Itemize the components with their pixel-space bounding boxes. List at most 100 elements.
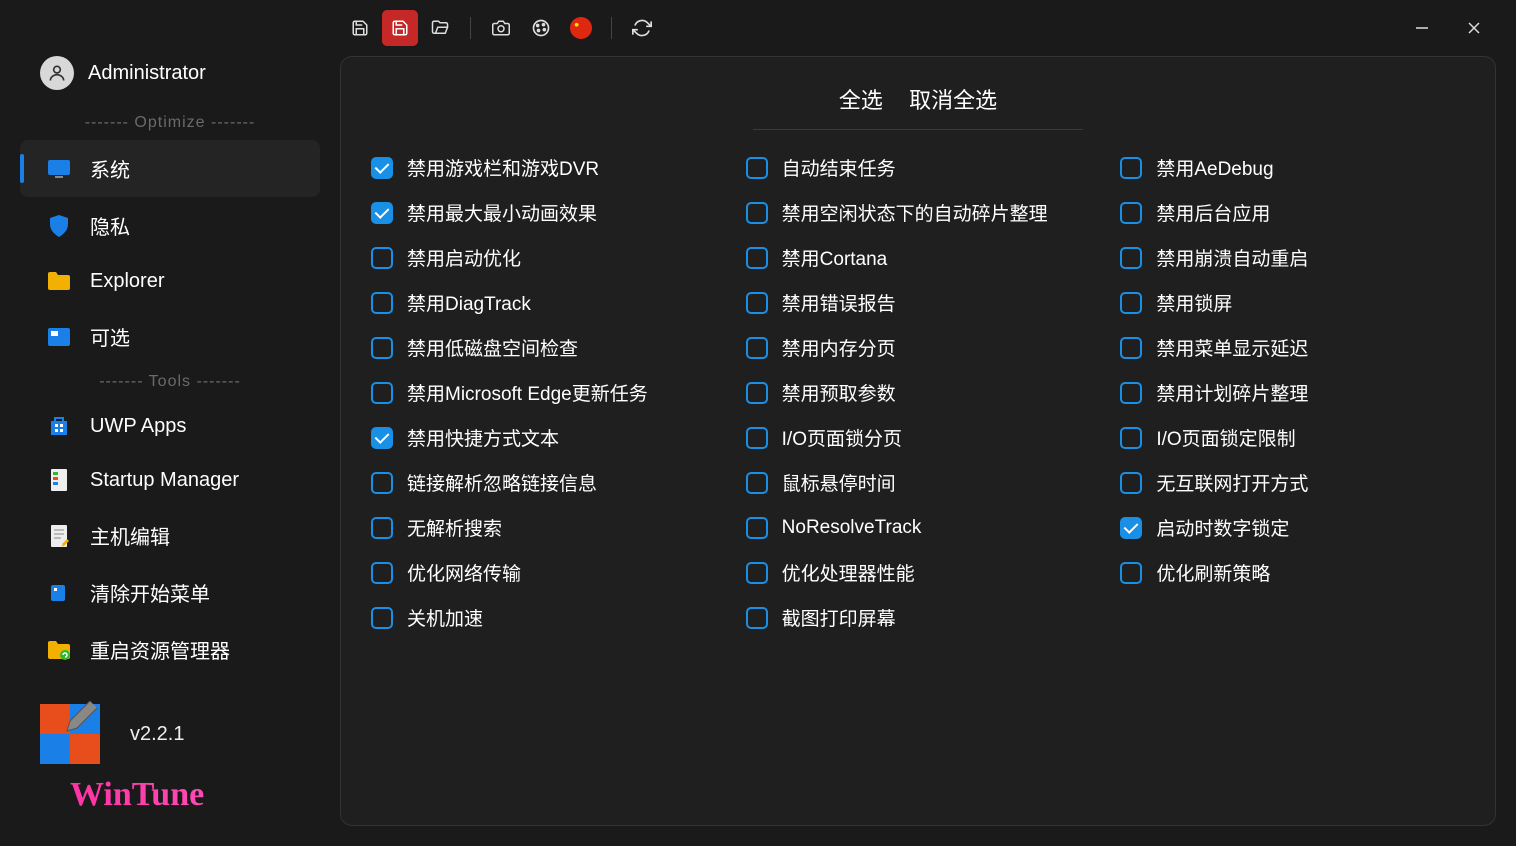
check-option[interactable]: 鼠标悬停时间 — [746, 469, 1091, 496]
check-option[interactable]: 禁用DiagTrack — [371, 289, 716, 316]
check-option[interactable]: I/O页面锁定限制 — [1120, 424, 1465, 451]
check-option[interactable]: 禁用计划碎片整理 — [1120, 379, 1465, 406]
startup-icon — [46, 467, 72, 493]
check-option[interactable]: 禁用锁屏 — [1120, 289, 1465, 316]
check-option[interactable]: 优化网络传输 — [371, 559, 716, 586]
check-option[interactable]: 禁用低磁盘空间检查 — [371, 334, 716, 361]
save-all-button[interactable] — [382, 10, 418, 46]
check-label: 禁用快捷方式文本 — [407, 424, 559, 451]
checkbox-icon — [371, 382, 393, 404]
check-label: 禁用错误报告 — [782, 289, 896, 316]
check-option[interactable]: 禁用Cortana — [746, 244, 1091, 271]
check-option[interactable]: 链接解析忽略链接信息 — [371, 469, 716, 496]
sidebar-item-explorer[interactable]: Explorer — [20, 254, 320, 308]
check-option[interactable]: 自动结束任务 — [746, 154, 1091, 181]
sidebar-item-startup-manager[interactable]: Startup Manager — [20, 453, 320, 507]
checkbox-icon — [1120, 517, 1142, 539]
checkbox-icon — [746, 562, 768, 584]
checkbox-icon — [371, 427, 393, 449]
main-panel: 全选 取消全选 禁用游戏栏和游戏DVR 自动结束任务 禁用AeDebug 禁用最大最小… — [340, 56, 1496, 826]
checkbox-icon — [746, 247, 768, 269]
check-option[interactable]: 禁用游戏栏和游戏DVR — [371, 154, 716, 181]
minimize-button[interactable] — [1404, 10, 1440, 46]
folder-refresh-icon — [46, 637, 72, 663]
check-option[interactable]: 禁用菜单显示延迟 — [1120, 334, 1465, 361]
group-optimize-label: ------- Optimize ------- — [20, 106, 320, 140]
check-option[interactable]: 禁用预取参数 — [746, 379, 1091, 406]
check-label: 禁用游戏栏和游戏DVR — [407, 154, 599, 181]
checkbox-icon — [746, 202, 768, 224]
theme-button[interactable] — [523, 10, 559, 46]
sidebar-item-privacy[interactable]: 隐私 — [20, 197, 320, 254]
language-button[interactable] — [563, 10, 599, 46]
check-option[interactable]: NoResolveTrack — [746, 514, 1091, 541]
check-option[interactable]: 截图打印屏幕 — [746, 604, 1091, 631]
check-option[interactable]: 禁用内存分页 — [746, 334, 1091, 361]
sidebar-item-host-edit[interactable]: 主机编辑 — [20, 507, 320, 564]
select-row: 全选 取消全选 — [753, 77, 1083, 130]
sidebar-item-label: Explorer — [90, 270, 164, 293]
checkbox-icon — [1120, 247, 1142, 269]
check-option[interactable]: 无互联网打开方式 — [1120, 469, 1465, 496]
sidebar-item-clear-start[interactable]: 清除开始菜单 — [20, 564, 320, 621]
window-controls — [1404, 10, 1492, 46]
separator — [470, 17, 471, 39]
sidebar-item-label: 主机编辑 — [90, 521, 170, 550]
version-row: v2.2.1 — [20, 696, 320, 772]
check-label: 鼠标悬停时间 — [782, 469, 896, 496]
user-name: Administrator — [88, 62, 206, 85]
check-option[interactable]: 禁用错误报告 — [746, 289, 1091, 316]
sidebar-item-label: 隐私 — [90, 211, 130, 240]
check-option[interactable]: 禁用Microsoft Edge更新任务 — [371, 379, 716, 406]
select-all-button[interactable]: 全选 — [839, 88, 883, 113]
sidebar-item-label: 系统 — [90, 154, 130, 183]
check-option[interactable]: 关机加速 — [371, 604, 716, 631]
check-label: 禁用Cortana — [782, 244, 888, 271]
check-option[interactable]: 禁用空闲状态下的自动碎片整理 — [746, 199, 1091, 226]
check-label: 关机加速 — [407, 604, 483, 631]
checkbox-icon — [1120, 292, 1142, 314]
checkbox-icon — [371, 607, 393, 629]
check-label: 无互联网打开方式 — [1156, 469, 1308, 496]
check-option[interactable]: 优化处理器性能 — [746, 559, 1091, 586]
sidebar-item-optional[interactable]: 可选 — [20, 308, 320, 365]
sidebar-item-uwp-apps[interactable]: UWP Apps — [20, 399, 320, 453]
deselect-all-button[interactable]: 取消全选 — [909, 88, 997, 113]
broom-icon — [46, 580, 72, 606]
check-label: 禁用计划碎片整理 — [1156, 379, 1308, 406]
check-option[interactable]: 优化刷新策略 — [1120, 559, 1465, 586]
checkbox-icon — [1120, 337, 1142, 359]
checkbox-icon — [371, 292, 393, 314]
save-button[interactable] — [342, 10, 378, 46]
open-folder-button[interactable] — [422, 10, 458, 46]
check-option[interactable]: 禁用最大最小动画效果 — [371, 199, 716, 226]
check-option[interactable]: I/O页面锁分页 — [746, 424, 1091, 451]
close-button[interactable] — [1456, 10, 1492, 46]
check-option[interactable]: 禁用快捷方式文本 — [371, 424, 716, 451]
check-option[interactable]: 禁用崩溃自动重启 — [1120, 244, 1465, 271]
refresh-button[interactable] — [624, 10, 660, 46]
checkbox-icon — [746, 517, 768, 539]
group-tools-label: ------- Tools ------- — [20, 365, 320, 399]
options-icon — [46, 324, 72, 350]
check-option[interactable]: 启动时数字锁定 — [1120, 514, 1465, 541]
check-option[interactable]: 无解析搜索 — [371, 514, 716, 541]
check-option[interactable]: 禁用启动优化 — [371, 244, 716, 271]
avatar — [40, 56, 74, 90]
sidebar-item-label: 重启资源管理器 — [90, 635, 230, 664]
checkbox-icon — [371, 517, 393, 539]
sidebar-item-restart-explorer[interactable]: 重启资源管理器 — [20, 621, 320, 678]
check-option[interactable]: 禁用AeDebug — [1120, 154, 1465, 181]
checkbox-icon — [371, 157, 393, 179]
checkbox-icon — [1120, 562, 1142, 584]
check-label: 禁用DiagTrack — [407, 289, 531, 316]
folder-icon — [46, 268, 72, 294]
checkbox-icon — [1120, 472, 1142, 494]
sidebar-item-system[interactable]: 系统 — [20, 140, 320, 197]
check-label: 无解析搜索 — [407, 514, 502, 541]
checkbox-icon — [746, 607, 768, 629]
check-option[interactable]: 禁用后台应用 — [1120, 199, 1465, 226]
camera-button[interactable] — [483, 10, 519, 46]
check-label: 禁用低磁盘空间检查 — [407, 334, 578, 361]
sidebar-item-label: UWP Apps — [90, 415, 186, 438]
